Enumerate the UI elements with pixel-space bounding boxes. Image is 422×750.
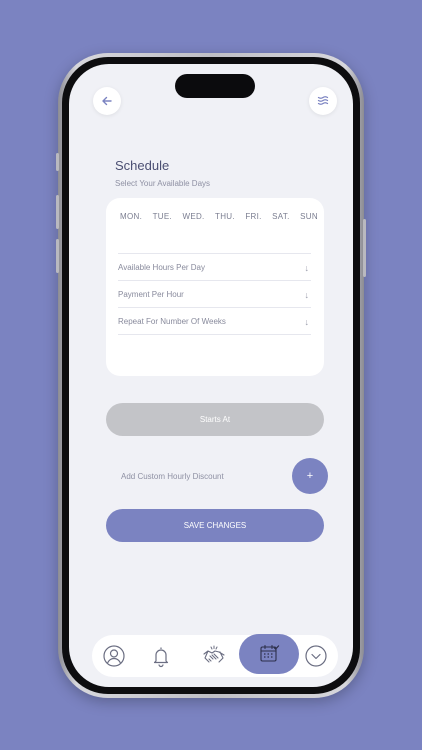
- menu-button[interactable]: [309, 87, 337, 115]
- chevron-down-icon[interactable]: [304, 644, 328, 668]
- arrow-down-icon: ↓: [304, 316, 310, 327]
- dropdown-label: Available Hours Per Day: [118, 263, 206, 272]
- dropdown-label: Repeat For Number Of Weeks: [118, 317, 226, 326]
- repeat-weeks-dropdown[interactable]: Repeat For Number Of Weeks ↓: [118, 307, 311, 335]
- dynamic-island: [175, 74, 255, 98]
- divider: [118, 334, 311, 335]
- arrow-left-icon: [102, 96, 112, 106]
- page-title: Schedule: [115, 158, 170, 173]
- day-tue[interactable]: TUE.: [153, 212, 172, 221]
- bottom-nav: [92, 634, 338, 677]
- schedule-card: MON. TUE. WED. THU. FRI. SAT. SUN Availa…: [106, 198, 324, 376]
- starts-at-button[interactable]: Starts At: [106, 403, 324, 436]
- page-subtitle: Select Your Available Days: [115, 179, 211, 188]
- side-button-power: [363, 219, 366, 277]
- phone-frame: Schedule Select Your Available Days MON.…: [56, 53, 366, 698]
- days-selector: MON. TUE. WED. THU. FRI. SAT. SUN: [120, 212, 318, 221]
- day-mon[interactable]: MON.: [120, 212, 142, 221]
- day-wed[interactable]: WED.: [182, 212, 204, 221]
- discount-label: Add Custom Hourly Discount: [121, 472, 224, 481]
- side-button-volume-down: [56, 239, 59, 273]
- waves-menu-icon: [317, 96, 329, 105]
- dropdown-label: Payment Per Hour: [118, 290, 184, 299]
- payment-per-hour-dropdown[interactable]: Payment Per Hour ↓: [118, 280, 311, 308]
- save-changes-button[interactable]: SAVE CHANGES: [106, 509, 324, 542]
- handshake-icon[interactable]: [202, 644, 226, 668]
- app-screen: Schedule Select Your Available Days MON.…: [69, 64, 353, 687]
- bell-icon[interactable]: [149, 644, 173, 668]
- day-sat[interactable]: SAT.: [272, 212, 290, 221]
- phone-bezel: Schedule Select Your Available Days MON.…: [62, 57, 360, 694]
- day-sun[interactable]: SUN: [300, 212, 318, 221]
- day-thu[interactable]: THU.: [215, 212, 235, 221]
- back-button[interactable]: [93, 87, 121, 115]
- arrow-down-icon: ↓: [304, 289, 310, 300]
- available-hours-dropdown[interactable]: Available Hours Per Day ↓: [118, 253, 311, 281]
- side-button-volume-up: [56, 195, 59, 229]
- profile-icon[interactable]: [102, 644, 126, 668]
- day-fri[interactable]: FRI.: [245, 212, 261, 221]
- side-button-mute: [56, 153, 59, 171]
- calendar-icon: [260, 644, 280, 662]
- arrow-down-icon: ↓: [304, 262, 310, 273]
- add-discount-button[interactable]: +: [292, 458, 328, 494]
- nav-active-calendar[interactable]: [239, 634, 299, 674]
